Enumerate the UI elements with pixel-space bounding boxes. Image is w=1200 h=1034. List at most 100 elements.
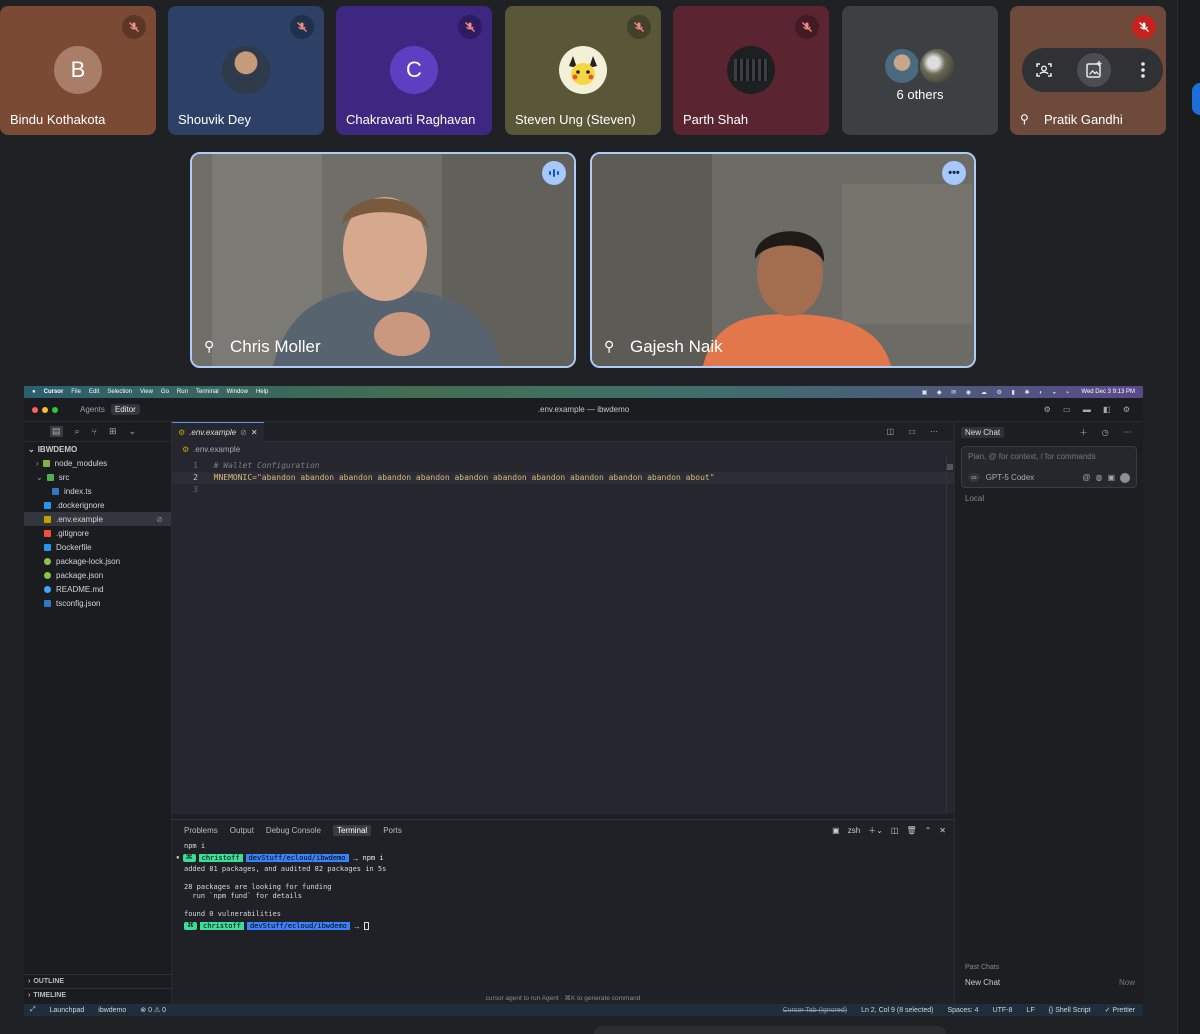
tab-terminal[interactable]: Terminal [332,824,372,836]
menu-item[interactable]: Selection [107,389,132,395]
chat-controls: ∞ GPT-5 Codex [968,473,1034,482]
more-options-icon[interactable]: ••• [942,161,966,185]
shell-name[interactable]: zsh [848,826,860,835]
explorer-root[interactable]: ⌄ IBWDEMO [24,442,171,456]
source-control-icon[interactable]: ⑂ [92,427,97,437]
tab-agents[interactable]: Agents [80,405,105,414]
menu-item[interactable]: Run [177,389,188,395]
editor-tab-label: .env.example [189,427,237,437]
local-label[interactable]: Local [965,494,1143,503]
timeline-section[interactable]: › TIMELINE [24,988,172,1002]
tree-item[interactable]: ⌄ src [24,470,171,484]
tab-new-chat[interactable]: New Chat [961,426,1005,438]
others-tile[interactable]: 6 others [842,6,998,135]
tree-item[interactable]: .gitignore [24,526,171,540]
speaker-tile[interactable]: ••• ⚲ Gajesh Naik [590,152,976,368]
search-icon[interactable]: ⌕ [75,426,80,437]
tree-item[interactable]: package-lock.json [24,554,171,568]
line-ending[interactable]: LF [1026,1007,1034,1014]
language-mode[interactable]: {} Shell Script [1049,1007,1091,1014]
timeline-label: TIMELINE [33,992,67,999]
avatar [222,46,270,94]
tree-item-label: .dockerignore [56,500,105,510]
avatar: C [390,46,438,94]
more-vert-icon[interactable] [1135,60,1151,80]
speaker-tile[interactable]: ⚲ Chris Moller [190,152,576,368]
send-icon[interactable] [1120,473,1130,483]
indentation[interactable]: Spaces: 4 [947,1007,978,1014]
chevron-down-icon[interactable]: ⌄ [129,426,137,437]
pinned-participant-tile[interactable]: ⚲ Pratik Gandhi [1010,6,1166,135]
tree-item[interactable]: tsconfig.json [24,596,171,610]
breadcrumb[interactable]: ⚙ .env.example [172,442,954,456]
participant-tile[interactable]: Parth Shah [673,6,829,135]
tree-item[interactable]: Dockerfile [24,540,171,554]
minimize-window-icon[interactable] [42,406,48,413]
chat-actions[interactable]: ＋ ◷ ⋯ [1080,427,1137,438]
tab-problems[interactable]: Problems [184,826,218,835]
scroll-thumb[interactable] [947,464,953,470]
frame-person-icon[interactable] [1034,60,1054,80]
model-selector[interactable]: GPT-5 Codex [986,473,1034,482]
mention-icon[interactable]: @ [1082,473,1090,483]
menu-item[interactable]: Window [227,389,248,395]
encoding[interactable]: UTF-8 [993,1007,1013,1014]
editor-scrollbar[interactable] [946,456,954,812]
tree-item[interactable]: › node_modules [24,456,171,470]
participant-tile[interactable]: Shouvik Dey [168,6,324,135]
layout-icons[interactable]: ⚙ ▭ ▬ ◧ ⚙ [1044,405,1135,414]
status-item[interactable]: Launchpad [50,1007,85,1014]
split-editor-icon[interactable]: ◫ ▭ ⋯ [886,427,944,436]
menu-item[interactable]: Go [161,389,169,395]
participant-tile[interactable]: B Bindu Kothakota [0,6,156,135]
status-item[interactable]: ibwdemo [98,1007,126,1014]
editor-tab[interactable]: ⚙ .env.example ⊘ ✕ [172,421,264,442]
zoom-window-icon[interactable] [52,406,58,413]
tree-item[interactable]: index.ts [24,484,171,498]
close-icon[interactable]: ✕ [939,826,946,835]
problems-count[interactable]: ⊗ 0 ⚠ 0 [140,1006,166,1014]
tab-output[interactable]: Output [230,826,254,835]
split-terminal-icon[interactable]: ◫ [891,826,899,835]
status-item[interactable]: Cursor Tab (Ignored) [783,1007,847,1014]
trash-icon[interactable]: 🗑 [906,826,916,835]
tab-debug-console[interactable]: Debug Console [266,826,321,835]
tab-ports[interactable]: Ports [383,826,402,835]
menu-item[interactable]: Terminal [196,389,219,395]
menubar-status-icons[interactable]: ▣ ◆ ✉ ◉ ☁ ⚙ ▮ ✱ ◐ ◒ ⌁ [922,389,1074,396]
side-panel-toggle[interactable] [1192,83,1200,115]
globe-icon[interactable]: ◍ [1095,473,1102,483]
mode-selector[interactable]: ∞ [968,473,980,482]
menu-item[interactable]: View [140,389,153,395]
files-icon[interactable]: ▤ [50,426,63,437]
participant-tile[interactable]: C Chakravarti Raghavan [336,6,492,135]
cursor-position[interactable]: Ln 2, Col 9 (8 selected) [861,1007,933,1014]
add-terminal-icon[interactable]: ＋⌄ [868,825,883,836]
close-window-icon[interactable] [32,406,38,413]
tree-item[interactable]: .dockerignore [24,498,171,512]
explorer-sidebar: ▤ ⌕ ⑂ ⊞ ⌄ ⌄ IBWDEMO › node_modules ⌄ src i… [24,422,172,1004]
tree-item[interactable]: README.md [24,582,171,596]
remote-icon[interactable]: ⤢ [30,1006,36,1014]
menu-item[interactable]: Edit [89,389,99,395]
prettier-status[interactable]: ✓ Prettier [1105,1006,1135,1014]
tree-item-selected[interactable]: .env.example ⊘ [24,512,171,526]
terminal-output[interactable]: npm i ● ⌘ christoff devStuff/ecloud/ibwd… [172,840,954,933]
chat-input[interactable]: Plan, @ for context, / for commands ∞ GP… [961,446,1137,488]
past-chat-item[interactable]: New Chat Now [965,978,1135,987]
settings-file-icon: ⚙ [182,444,190,454]
participant-tile[interactable]: Steven Ung (Steven) [505,6,661,135]
outline-section[interactable]: › OUTLINE [24,974,172,988]
close-icon[interactable]: ✕ [251,428,258,437]
tree-item[interactable]: package.json [24,568,171,582]
extensions-icon[interactable]: ⊞ [109,426,117,437]
maximize-panel-icon[interactable]: ⌃ [925,826,932,835]
apple-badge-icon: ⌘ [182,854,196,862]
code-editor: ⚙ .env.example ⊘ ✕ ◫ ▭ ⋯ ⚙ .env.example … [172,421,954,814]
add-to-screen-icon[interactable] [1077,53,1112,87]
menu-item[interactable]: Help [256,389,268,395]
tab-editor[interactable]: Editor [110,404,140,415]
image-icon[interactable]: ▣ [1107,473,1115,483]
code-lines[interactable]: 1 # Wallet Configuration 2 MNEMONIC="aba… [172,456,954,496]
menu-item[interactable]: File [71,389,81,395]
